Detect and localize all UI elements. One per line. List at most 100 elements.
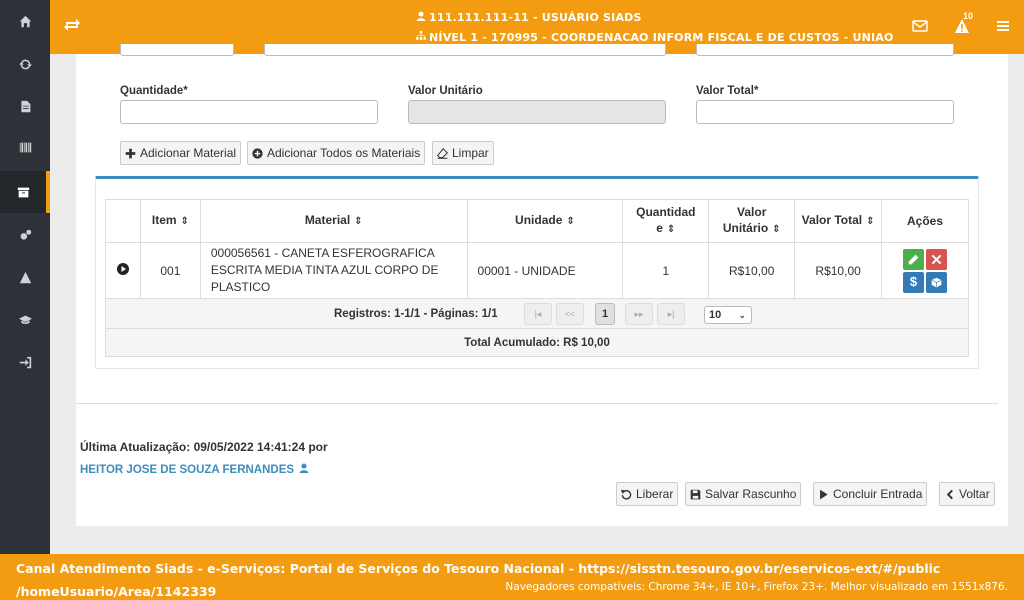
save-icon xyxy=(690,489,701,499)
sign-in-icon xyxy=(19,356,31,368)
user-name: 111.111.111-11 - USUÁRIO SIADS xyxy=(429,11,642,24)
row-unidade: 00001 - UNIDADE xyxy=(466,242,624,299)
pager-summary: Registros: 1-1/1 - Páginas: 1/1 xyxy=(334,308,498,320)
footer-channel[interactable]: Canal Atendimento Siads - e-Serviços: Po… xyxy=(16,557,1006,600)
sort-icon: ⇕ xyxy=(180,216,189,227)
finish-entry-button[interactable]: Concluir Entrada xyxy=(813,482,928,506)
file-icon xyxy=(20,100,30,112)
col-valor-unitario-label-2: Unitário xyxy=(722,221,769,235)
sidebar-item-barcode[interactable] xyxy=(0,126,50,168)
row-quantidade: 1 xyxy=(622,242,710,299)
last-update-user-name: HEITOR JOSE DE SOUZA FERNANDES xyxy=(80,464,295,476)
user-icon xyxy=(416,11,426,21)
total-value-input[interactable] xyxy=(696,100,954,124)
col-material[interactable]: Material ⇕ xyxy=(199,199,468,243)
sidebar-item-refresh[interactable] xyxy=(0,43,50,85)
undo-icon xyxy=(621,489,632,500)
cube-icon xyxy=(931,277,942,287)
envelope-icon[interactable] xyxy=(912,18,928,34)
release-label: Liberar xyxy=(636,487,674,501)
sidebar-item-home[interactable] xyxy=(0,0,50,42)
add-material-button[interactable]: Adicionar Material xyxy=(120,141,242,165)
last-update-label: Última Atualização: 09/05/2022 14:41:24 … xyxy=(80,440,328,454)
sidebar xyxy=(0,0,50,554)
menu-icon[interactable] xyxy=(995,18,1011,34)
pager: Registros: 1-1/1 - Páginas: 1/1 |◂ << 1 … xyxy=(105,299,969,329)
back-label: Voltar xyxy=(959,487,990,501)
edit-button[interactable] xyxy=(903,248,925,270)
col-valor-unitario[interactable]: Valor Unitário ⇕ xyxy=(708,199,796,243)
finish-entry-label: Concluir Entrada xyxy=(833,487,923,501)
clear-label: Limpar xyxy=(452,146,489,160)
user-info: 111.111.111-11 - USUÁRIO SIADS NÍVEL 1 -… xyxy=(416,8,894,48)
home-icon xyxy=(19,15,31,27)
page-size-value: 10 xyxy=(709,309,722,321)
col-expand xyxy=(105,199,141,243)
alert-count-badge: 10 xyxy=(963,11,974,21)
col-acoes-label: Ações xyxy=(907,214,944,228)
pencil-icon xyxy=(908,254,919,264)
quantity-input[interactable] xyxy=(120,100,378,124)
eraser-icon xyxy=(437,147,448,159)
back-button[interactable]: Voltar xyxy=(939,482,995,506)
sidebar-item-training[interactable] xyxy=(0,298,50,340)
col-item[interactable]: Item ⇕ xyxy=(139,199,201,243)
sidebar-item-settings[interactable] xyxy=(0,214,50,256)
sort-icon: ⇕ xyxy=(354,216,363,227)
sidebar-item-logout[interactable] xyxy=(0,341,50,383)
add-all-label: Adicionar Todos os Materiais xyxy=(267,146,421,160)
package-button[interactable] xyxy=(926,271,948,293)
refresh-icon xyxy=(18,59,32,69)
value-button[interactable]: $ xyxy=(903,271,925,293)
col-quantidade[interactable]: Quantidad e ⇕ xyxy=(622,199,710,243)
archive-icon xyxy=(17,187,29,197)
last-update-user[interactable]: HEITOR JOSE DE SOUZA FERNANDES xyxy=(80,463,309,476)
dollar-icon: $ xyxy=(909,273,918,289)
plus-circle-icon xyxy=(252,147,263,159)
exchange-icon[interactable] xyxy=(64,17,80,33)
sidebar-item-warning[interactable] xyxy=(0,256,50,298)
previous-field-3[interactable] xyxy=(696,44,954,56)
previous-field-2[interactable] xyxy=(264,44,666,56)
last-page-button[interactable]: ▸| xyxy=(657,303,685,325)
col-unidade-label: Unidade xyxy=(515,213,563,227)
play-icon xyxy=(820,489,828,499)
col-material-label: Material xyxy=(304,213,351,227)
sidebar-item-archive[interactable] xyxy=(0,171,50,213)
delete-button[interactable] xyxy=(926,248,948,270)
col-acoes: Ações xyxy=(881,199,969,243)
footer: Canal Atendimento Siads - e-Serviços: Po… xyxy=(0,554,1024,600)
close-icon xyxy=(931,254,942,264)
row-expand-cell[interactable] xyxy=(105,242,141,299)
divider xyxy=(76,403,998,404)
add-all-materials-button[interactable]: Adicionar Todos os Materiais xyxy=(247,141,426,165)
unit-value-label: Valor Unitário xyxy=(408,85,483,97)
chevron-down-icon: ⌄ xyxy=(738,310,746,320)
play-circle-icon[interactable] xyxy=(116,263,129,275)
next-page-button[interactable]: ▸▸ xyxy=(625,303,653,325)
col-valor-total[interactable]: Valor Total ⇕ xyxy=(794,199,883,243)
prev-page-button[interactable]: << xyxy=(556,303,584,325)
sidebar-item-document[interactable] xyxy=(0,85,50,127)
unit-value-input xyxy=(408,100,666,124)
col-quantidade-label-1: Quantidad xyxy=(636,205,696,219)
row-material: 000056561 - CANETA ESFEROGRAFICA ESCRITA… xyxy=(199,242,468,299)
col-valor-unitario-label-1: Valor xyxy=(737,205,767,219)
page-size-select[interactable]: 10 ⌄ xyxy=(704,306,752,324)
user-unit: NÍVEL 1 - 170995 - COORDENACAO INFORM FI… xyxy=(429,31,894,44)
page-1-button[interactable]: 1 xyxy=(595,303,615,325)
row-valor-unitario: R$10,00 xyxy=(708,242,796,299)
previous-field-1[interactable] xyxy=(120,44,234,56)
col-valor-total-label: Valor Total xyxy=(801,213,863,227)
gears-icon xyxy=(20,229,31,240)
clear-button[interactable]: Limpar xyxy=(432,141,494,165)
col-quantidade-label-2: e xyxy=(656,221,663,235)
add-material-label: Adicionar Material xyxy=(140,146,237,160)
first-page-button[interactable]: |◂ xyxy=(524,303,552,325)
col-unidade[interactable]: Unidade ⇕ xyxy=(466,199,624,243)
release-button[interactable]: Liberar xyxy=(616,482,679,506)
quantity-label: Quantidade* xyxy=(120,85,188,97)
save-draft-button[interactable]: Salvar Rascunho xyxy=(685,482,802,506)
graduation-cap-icon xyxy=(18,314,32,324)
content-panel: Quantidade* Valor Unitário Valor Total* … xyxy=(76,44,1008,526)
